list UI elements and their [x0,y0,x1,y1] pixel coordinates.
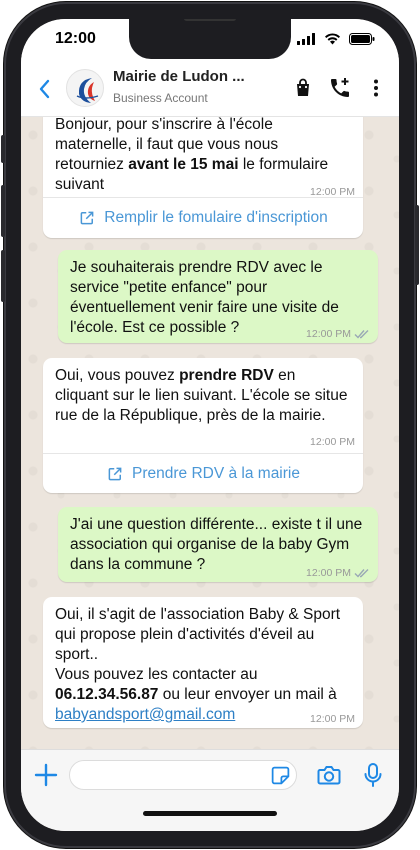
contact-subtitle: Business Account [113,91,208,105]
appointment-link-button[interactable]: Prendre RDV à la mairie [43,453,363,493]
volume-down-button [1,250,5,302]
message-bubble-outgoing[interactable]: Je souhaiterais prendre RDV avec le serv… [58,250,378,343]
silent-switch [1,135,5,163]
wifi-icon [325,33,340,45]
mairie-logo-icon [76,78,99,103]
plus-icon[interactable] [33,762,59,788]
contact-name[interactable]: Mairie de Ludon ... [113,68,245,85]
message-text-part: ou leur envoyer un mail à [158,686,337,703]
form-link-label: Remplir le fomulaire d'inscription [104,208,328,226]
more-vert-icon[interactable] [364,76,388,100]
message-text-bold: prendre RDV [179,367,274,384]
speaker-grille [184,19,236,21]
external-link-icon [108,467,122,480]
phone-screen: 12:00 Mairie de Ludon ... Business Accou… [21,19,399,831]
message-bubble-incoming[interactable]: Oui, vous pouvez prendre RDV en cliquant… [43,358,363,493]
appointment-link-label: Prendre RDV à la mairie [132,464,300,482]
external-link-icon [80,211,94,224]
message-bubble-outgoing[interactable]: J'ai une question différente... existe t… [58,507,378,582]
phone-number-text[interactable]: 06.12.34.56.87 [55,686,158,703]
message-time: 12:00 PM [306,567,351,579]
back-arrow-icon[interactable] [35,77,55,101]
microphone-icon[interactable] [360,761,386,789]
double-check-icon [354,330,369,339]
message-input[interactable] [69,760,297,790]
message-time: 12:00 PM [310,436,355,448]
message-bubble-incoming[interactable]: Oui, il s'agit de l'association Baby & S… [43,597,363,728]
notch [129,19,291,59]
message-text-bold: avant le 15 mai [128,156,239,173]
power-button [415,205,419,285]
message-text-part: Oui, vous pouvez [55,367,180,384]
shopping-bag-icon[interactable] [291,76,315,100]
message-text: Oui, il s'agit de l'association Baby & S… [43,597,363,725]
battery-icon [349,33,375,45]
home-indicator[interactable] [143,811,277,816]
message-meta: 12:00 PM [310,432,355,452]
camera-icon[interactable] [316,762,342,788]
message-bubble-incoming[interactable]: Bonjour, pour s'inscrire à l'école mater… [43,117,363,238]
message-text-part: Vous pouvez les contacter au [55,666,258,683]
avatar[interactable] [66,69,104,107]
chat-area[interactable]: Bonjour, pour s'inscrire à l'école mater… [21,117,399,749]
message-text-part: Oui, il s'agit de l'association Baby & S… [55,606,341,663]
email-link[interactable]: babyandsport@gmail.com [55,706,235,723]
message-time: 12:00 PM [310,713,355,725]
volume-up-button [1,185,5,237]
double-check-icon [354,569,369,578]
signal-icon [297,33,315,45]
message-meta: 12:00 PM [310,709,355,729]
chat-header: Mairie de Ludon ... Business Account [21,63,399,117]
message-meta: 12:00 PM [306,563,370,583]
composer-bar [21,749,399,831]
message-meta: 12:00 PM [306,324,370,344]
message-text: Oui, vous pouvez prendre RDV en cliquant… [43,358,363,426]
sticker-icon[interactable] [270,765,291,786]
message-time: 12:00 PM [306,328,351,340]
message-text-part: Je souhaiterais prendre RDV avec le serv… [70,259,339,336]
status-time: 12:00 [55,30,96,47]
add-call-icon[interactable] [328,76,352,100]
form-link-button[interactable]: Remplir le fomulaire d'inscription [43,197,363,237]
status-icons [297,33,375,45]
